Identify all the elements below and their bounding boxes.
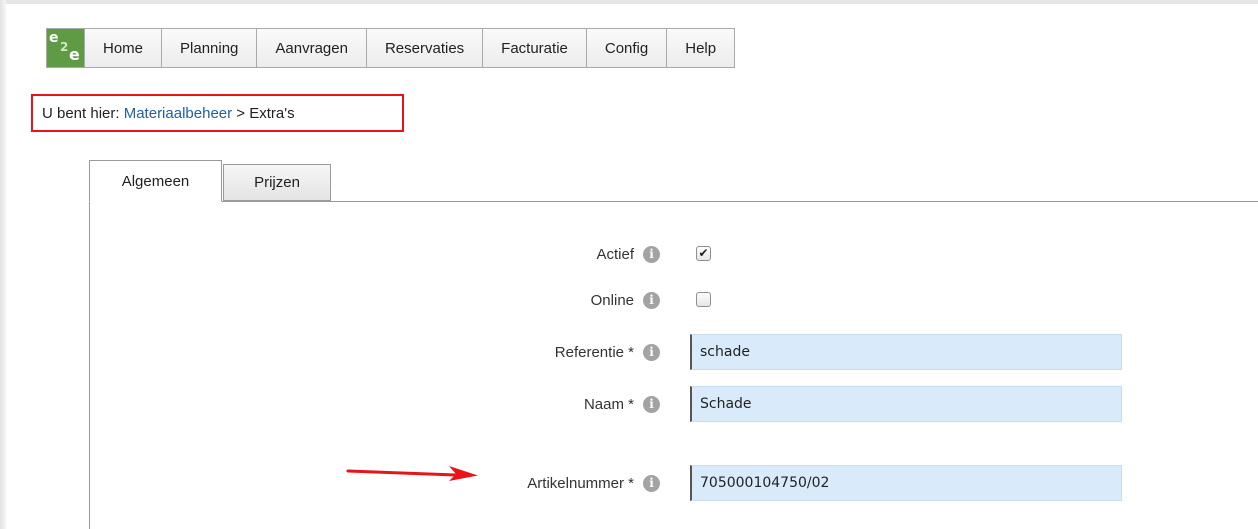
menu-item-help[interactable]: Help	[667, 29, 734, 67]
e2e-logo[interactable]: e 2 e	[47, 29, 85, 67]
form-row-naam: Naam * i Schade	[300, 386, 1122, 422]
actief-label-text: Actief	[596, 245, 634, 263]
naam-label: Naam * i	[584, 386, 660, 422]
referentie-input[interactable]: schade	[690, 334, 1122, 370]
breadcrumb-link-materiaalbeheer[interactable]: Materiaalbeheer	[124, 105, 232, 122]
logo-digit: 2	[60, 40, 69, 54]
naam-input[interactable]: Schade	[690, 386, 1122, 422]
info-icon[interactable]: i	[643, 343, 660, 361]
tab-prijzen[interactable]: Prijzen	[223, 164, 331, 201]
naam-label-text: Naam *	[583, 395, 634, 413]
info-icon[interactable]: i	[643, 245, 660, 263]
artikelnummer-label-text: Artikelnummer *	[527, 474, 634, 492]
menu-item-home[interactable]: Home	[85, 29, 163, 67]
online-label: Online i	[591, 282, 660, 318]
actief-label: Actief i	[596, 236, 660, 272]
main-menubar: e 2 e Home Planning Aanvragen Reservatie…	[46, 28, 736, 68]
logo-letter: e	[69, 45, 80, 64]
artikelnummer-input[interactable]: 705000104750/02	[690, 465, 1122, 501]
arrow-shaft	[346, 469, 458, 477]
referentie-label: Referentie * i	[555, 334, 660, 370]
form-row-actief: Actief i ✔	[300, 236, 1122, 272]
info-icon[interactable]: i	[643, 291, 660, 309]
menu-item-reservaties[interactable]: Reservaties	[367, 29, 484, 67]
breadcrumb-prefix: U bent hier:	[42, 104, 120, 122]
actief-checkbox[interactable]: ✔	[696, 246, 711, 261]
menu-item-facturatie[interactable]: Facturatie	[483, 29, 587, 67]
tab-panel-border	[89, 201, 1258, 202]
menu-item-aanvragen[interactable]: Aanvragen	[257, 29, 367, 67]
form-row-referentie: Referentie * i schade	[300, 334, 1122, 370]
info-icon[interactable]: i	[643, 474, 660, 492]
online-checkbox[interactable]	[696, 292, 711, 307]
referentie-label-text: Referentie *	[554, 343, 634, 361]
tab-panel-left-border	[89, 201, 90, 529]
menu-item-planning[interactable]: Planning	[162, 29, 258, 67]
breadcrumb-current: Extra's	[249, 104, 295, 122]
breadcrumb-separator: >	[236, 104, 246, 122]
info-icon[interactable]: i	[643, 395, 660, 413]
page-left-border	[0, 0, 6, 529]
form-row-online: Online i	[300, 282, 1122, 318]
artikelnummer-label: Artikelnummer * i	[527, 465, 660, 501]
red-arrow-annotation	[346, 466, 478, 481]
page-top-border	[0, 0, 1258, 4]
logo-letter: e	[49, 30, 59, 46]
tab-algemeen[interactable]: Algemeen	[89, 160, 222, 202]
breadcrumb: U bent hier: Materiaalbeheer > Extra's	[31, 94, 404, 132]
menu-item-config[interactable]: Config	[587, 29, 668, 67]
online-label-text: Online	[590, 291, 634, 309]
